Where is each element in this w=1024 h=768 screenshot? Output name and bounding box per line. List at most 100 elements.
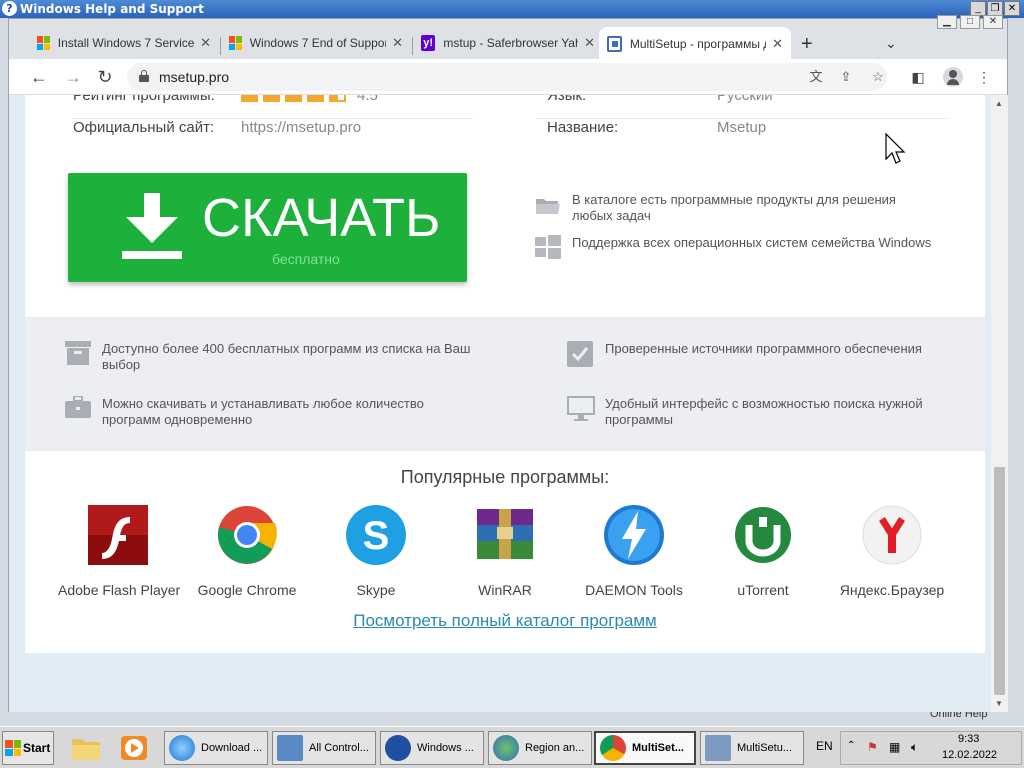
yandex-browser-icon [862, 505, 922, 565]
feature-text: Поддержка всех операционных систем семей… [572, 235, 932, 250]
task-label: MultiSetu... [737, 742, 793, 754]
folder-icon [536, 199, 560, 214]
translate-icon[interactable]: 文 [807, 68, 825, 86]
browser-toolbar: ← → ↻ msetup.pro 文 ⇪ ☆ ◧ ⋮ [9, 59, 1007, 95]
scroll-up-icon[interactable]: ▲ [995, 99, 1003, 108]
task-region[interactable]: Region an... [488, 731, 592, 765]
internet-explorer-icon [169, 735, 195, 761]
download-sublabel: бесплатно [272, 251, 340, 267]
download-button[interactable]: СКАЧАТЬ бесплатно [68, 173, 467, 282]
tab-title: MultiSetup - программы д [629, 37, 767, 51]
legacy-minimize-button[interactable]: _ [970, 1, 986, 16]
mouse-cursor-icon [885, 133, 905, 164]
legacy-restore-button[interactable]: ❐ [987, 1, 1003, 16]
multisetup-icon [607, 36, 622, 52]
address-url[interactable]: msetup.pro [159, 69, 229, 85]
legacy-window-title: Windows Help and Support [20, 2, 204, 16]
adobe-flash-icon [88, 505, 148, 565]
new-tab-button[interactable]: + [801, 33, 813, 56]
close-icon[interactable]: ✕ [200, 35, 211, 51]
network-icon[interactable]: ▦ [889, 740, 900, 754]
site-label: Официальный сайт: [73, 119, 215, 136]
lock-icon[interactable] [139, 70, 149, 82]
security-warning-icon[interactable]: ⚑ [867, 740, 878, 754]
close-icon[interactable]: ✕ [772, 36, 783, 52]
full-catalog-link[interactable]: Посмотреть полный каталог программ [25, 611, 985, 631]
star-icon [263, 95, 280, 102]
clock-date[interactable]: 12.02.2022 [942, 749, 997, 761]
legacy-close-button[interactable]: ✕ [1004, 1, 1020, 16]
feature-catalog: В каталоге есть программные продукты для… [535, 192, 935, 224]
control-panel-icon [277, 735, 303, 761]
program-label: Adobe Flash Player [58, 582, 181, 598]
profile-icon[interactable] [943, 67, 963, 87]
feature-text: Доступно более 400 бесплатных программ и… [102, 341, 471, 372]
start-label: Start [23, 741, 51, 755]
side-panel-icon[interactable]: ◧ [909, 68, 927, 86]
download-arrow-icon [122, 193, 182, 259]
scroll-down-icon[interactable]: ▼ [995, 699, 1003, 708]
media-player-icon[interactable] [118, 733, 150, 763]
feature-multi-install: Можно скачивать и устанавливать любое ко… [65, 396, 475, 428]
menu-kebab-icon[interactable]: ⋮ [975, 68, 993, 86]
archive-box-icon [65, 341, 91, 365]
program-label: DAEMON Tools [585, 582, 683, 598]
page-viewport: Рейтинг программы: 4.5 Язык: Русский Офи… [9, 95, 991, 712]
feature-400-programs: Доступно более 400 бесплатных программ и… [65, 341, 475, 373]
language-indicator[interactable]: EN [816, 739, 833, 753]
program-winrar[interactable]: WinRAR [445, 503, 565, 598]
chevron-down-icon[interactable]: ⌄ [885, 35, 897, 52]
clock-time[interactable]: 9:33 [958, 733, 979, 745]
language-row: Язык: Русский [537, 95, 949, 119]
task-download[interactable]: Download ... [164, 731, 268, 765]
start-button[interactable]: Start [2, 731, 54, 765]
program-utorrent[interactable]: uTorrent [703, 503, 823, 598]
program-flash[interactable]: Adobe Flash Player [58, 503, 181, 598]
language-value: Русский [717, 95, 773, 104]
task-control-panel[interactable]: All Control... [272, 731, 376, 765]
download-label: СКАЧАТЬ [202, 188, 441, 248]
briefcase-icon [65, 396, 91, 418]
task-windows-help[interactable]: Windows ... [380, 731, 484, 765]
address-bar[interactable]: msetup.pro 文 ⇪ ☆ [127, 63, 887, 91]
program-label: Skype [356, 582, 396, 598]
program-chrome[interactable]: Google Chrome [187, 503, 307, 598]
page-scrollbar[interactable]: ▲ ▼ [991, 95, 1008, 712]
bookmark-star-icon[interactable]: ☆ [869, 68, 887, 86]
chrome-icon [217, 506, 277, 564]
share-icon[interactable]: ⇪ [837, 68, 855, 86]
task-label: MultiSet... [632, 742, 684, 754]
reload-button[interactable]: ↻ [93, 65, 117, 89]
tab-windows7-end[interactable]: Windows 7 End of Support ✕ [221, 27, 411, 59]
tab-install-windows[interactable]: Install Windows 7 Service ✕ [29, 27, 219, 59]
chrome-icon [600, 735, 626, 761]
program-daemon-tools[interactable]: DAEMON Tools [574, 503, 694, 598]
feature-text: В каталоге есть программные продукты для… [572, 192, 896, 223]
globe-icon [493, 735, 519, 761]
program-label: uTorrent [737, 582, 789, 598]
star-icon [307, 95, 324, 102]
feature-text: Удобный интерфейс с возможностью поиска … [605, 396, 923, 427]
close-icon[interactable]: ✕ [392, 35, 403, 51]
forward-button[interactable]: → [61, 65, 85, 89]
close-icon[interactable]: ✕ [584, 35, 595, 51]
taskbar: Start Download ... All Control... Window… [0, 726, 1024, 768]
rating-value: 4.5 [357, 95, 378, 104]
microsoft-logo-icon [37, 36, 50, 50]
scroll-thumb[interactable] [994, 467, 1005, 695]
tab-yahoo-search[interactable]: y! mstup - Saferbrowser Yaho ✕ [413, 27, 603, 59]
task-multisetup-installer[interactable]: MultiSetu... [700, 731, 804, 765]
folder-icon[interactable] [70, 733, 102, 763]
program-yandex[interactable]: Яндекс.Браузер [832, 503, 952, 598]
task-multisetup-chrome[interactable]: MultiSet... [594, 731, 696, 765]
monitor-icon [567, 396, 595, 421]
tray-expand-icon[interactable]: ⌃ [847, 740, 855, 751]
site-value[interactable]: https://msetup.pro [241, 119, 361, 136]
volume-icon[interactable]: 🔈︎ [911, 740, 918, 755]
browser-window: ▁ □ ✕ Install Windows 7 Service ✕ Window… [8, 15, 1008, 712]
windows-flag-icon [5, 740, 21, 756]
program-skype[interactable]: S Skype [316, 503, 436, 598]
language-label: Язык: [547, 95, 587, 104]
back-button[interactable]: ← [27, 65, 51, 89]
tab-multisetup[interactable]: MultiSetup - программы д ✕ [599, 27, 791, 61]
